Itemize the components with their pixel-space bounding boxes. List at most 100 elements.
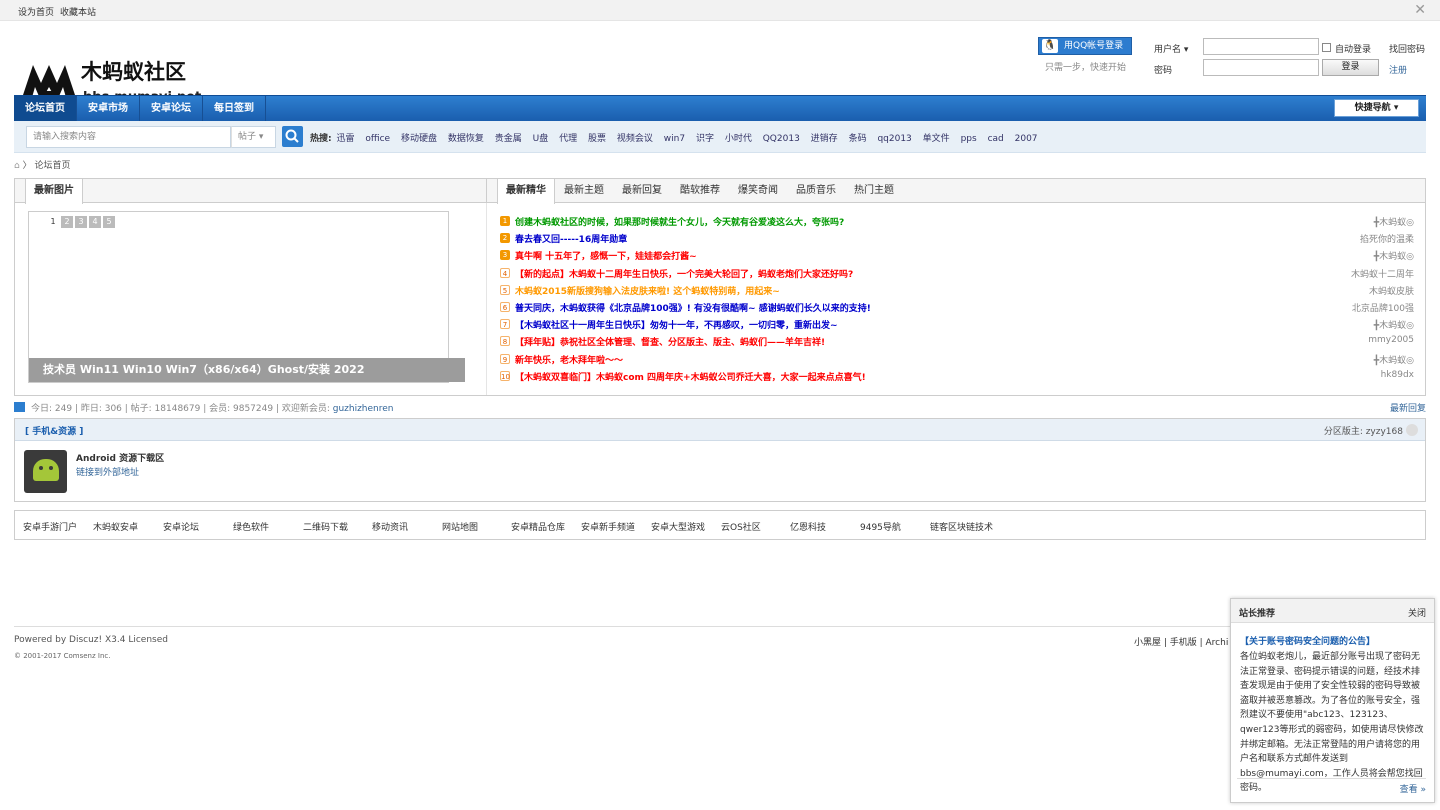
breadcrumb-item[interactable]: 论坛首页	[34, 161, 70, 171]
tab-cool-software[interactable]: 酷软推荐	[671, 179, 729, 203]
auto-login-label: 自动登录	[1335, 45, 1372, 55]
hot-term[interactable]: pps	[961, 134, 977, 144]
thread-row[interactable]: 5 木蚂蚁2015新版搜狗输入法皮肤来啦! 这个蚂蚁特别萌，用起来~ 木蚂蚁皮肤	[500, 282, 1414, 299]
nav-daily-signin[interactable]: 每日签到	[203, 96, 266, 121]
thread-row[interactable]: 3 真牛啊 十五年了，感慨一下，娃娃都会打酱~ ╋木蚂蚁◎	[500, 247, 1414, 264]
slide-page-5[interactable]: 5	[103, 216, 115, 228]
thread-row[interactable]: 10 【木蚂蚁双喜临门】木蚂蚁com 四周年庆+木蚂蚁公司乔迁大喜，大家一起来点点…	[500, 368, 1414, 385]
hot-term[interactable]: 视频会议	[617, 134, 653, 144]
qq-login-button[interactable]: 🐧 用QQ帐号登录	[1038, 37, 1132, 55]
hot-term[interactable]: 进销存	[811, 134, 838, 144]
hot-term[interactable]: 小时代	[725, 134, 752, 144]
hot-term[interactable]: 股票	[588, 134, 606, 144]
popup-header: 站长推荐 关闭	[1231, 599, 1434, 623]
search-type-select[interactable]: 帖子 ▾	[231, 126, 276, 148]
collapse-icon[interactable]	[1406, 424, 1418, 436]
hot-term[interactable]: 识字	[696, 134, 714, 144]
login-button[interactable]: 登录	[1322, 59, 1379, 76]
tab-hot-topics[interactable]: 热门主题	[845, 179, 903, 203]
tab-latest-replies[interactable]: 最新回复	[613, 179, 671, 203]
popup-close-button[interactable]: 关闭	[1408, 606, 1426, 619]
friend-link[interactable]: 安卓新手频道	[581, 520, 635, 533]
friend-link[interactable]: 木蚂蚁安卓	[93, 520, 138, 533]
tab-music[interactable]: 品质音乐	[787, 179, 845, 203]
friend-link[interactable]: 绿色软件	[233, 520, 269, 533]
forum-category: [ 手机&资源 ] 分区版主: zyzy168 Android 资源下载区 链接…	[14, 418, 1426, 502]
search-input[interactable]: 请输入搜索内容	[26, 126, 231, 148]
hot-term[interactable]: 数据恢复	[448, 134, 484, 144]
hot-term[interactable]: win7	[664, 134, 685, 144]
thread-row[interactable]: 6 普天同庆，木蚂蚁获得《北京品牌100强》! 有没有很酷啊~ 感谢蚂蚁们长久以来…	[500, 299, 1414, 316]
popup-more-link[interactable]: 查看 »	[1400, 782, 1426, 795]
hot-searches: 热搜: 迅雷 office 移动硬盘 数据恢复 贵金属 U盘 代理 股票 视频会…	[310, 131, 1046, 144]
hot-label: 热搜:	[310, 134, 332, 144]
category-header: [ 手机&资源 ] 分区版主: zyzy168	[15, 419, 1425, 441]
popup-title: 站长推荐	[1239, 609, 1276, 619]
hot-term[interactable]: QQ2013	[763, 134, 800, 144]
android-icon[interactable]	[24, 450, 67, 493]
nav-android-market[interactable]: 安卓市场	[77, 96, 140, 121]
friend-link[interactable]: 链客区块链技术	[930, 520, 993, 533]
friend-link[interactable]: 网站地图	[442, 520, 478, 533]
friend-link[interactable]: 安卓精品仓库	[511, 520, 565, 533]
slide-page-3[interactable]: 3	[75, 216, 87, 228]
password-input[interactable]	[1203, 59, 1319, 76]
forum-external-link[interactable]: 链接到外部地址	[76, 465, 139, 478]
search-bar: 请输入搜索内容 帖子 ▾ 热搜: 迅雷 office 移动硬盘 数据恢复 贵金属…	[14, 121, 1426, 153]
slide-caption[interactable]: 技术员 Win11 Win10 Win7（x86/x64）Ghost/安装 20…	[29, 358, 465, 382]
friend-link[interactable]: 云OS社区	[721, 520, 761, 533]
category-title[interactable]: [ 手机&资源 ]	[25, 424, 83, 437]
set-home-link[interactable]: 设为首页	[18, 5, 54, 18]
close-icon[interactable]: ✕	[1414, 2, 1426, 18]
username-input[interactable]	[1203, 38, 1319, 55]
tab-funny[interactable]: 爆笑奇闻	[729, 179, 787, 203]
tab-latest-topics[interactable]: 最新主题	[555, 179, 613, 203]
auto-login-checkbox[interactable]	[1322, 43, 1331, 52]
slide-page-2[interactable]: 2	[61, 216, 73, 228]
nav-forum-home[interactable]: 论坛首页	[14, 96, 77, 121]
popup-headline[interactable]: 【关于账号密码安全问题的公告】	[1240, 634, 1375, 647]
nav-android-forum[interactable]: 安卓论坛	[140, 96, 203, 121]
friend-link[interactable]: 安卓大型游戏	[651, 520, 705, 533]
new-member-link[interactable]: guzhizhenren	[333, 404, 394, 414]
tab-latest-images[interactable]: 最新图片	[25, 179, 83, 204]
image-slideshow[interactable]: 12345 技术员 Win11 Win10 Win7（x86/x64）Ghost…	[28, 211, 465, 383]
hot-term[interactable]: 移动硬盘	[401, 134, 437, 144]
thread-row[interactable]: 2 春去春又回-----16周年勋章 掐死你的温柔	[500, 230, 1414, 247]
slide-page-1[interactable]: 1	[47, 216, 59, 228]
hot-term[interactable]: 贵金属	[495, 134, 522, 144]
thread-row[interactable]: 4 【新的起点】木蚂蚁十二周年生日快乐，一个完美大轮回了，蚂蚁老炮们大家还好吗? 木…	[500, 265, 1414, 282]
hot-term[interactable]: 2007	[1015, 134, 1038, 144]
home-icon[interactable]: ⌂	[14, 161, 20, 171]
register-link[interactable]: 注册	[1389, 63, 1407, 76]
main-nav: 论坛首页 安卓市场 安卓论坛 每日签到 快捷导航 ▾	[14, 95, 1426, 121]
tab-featured[interactable]: 最新精华	[497, 179, 555, 204]
thread-row[interactable]: 9 新年快乐，老木拜年啦～～ ╋木蚂蚁◎	[500, 351, 1414, 368]
bookmark-link[interactable]: 收藏本站	[60, 5, 96, 18]
forum-name[interactable]: Android 资源下载区	[76, 451, 164, 464]
footer-links[interactable]: 小黑屋 | 手机版 | Archi	[1134, 635, 1228, 648]
thread-row[interactable]: 1 创建木蚂蚁社区的时候，如果那时候就生个女儿，今天就有谷爱凌这么大，夸张吗? ╋木…	[500, 213, 1414, 230]
hot-term[interactable]: 迅雷	[336, 134, 354, 144]
thread-row[interactable]: 7 【木蚂蚁社区十一周年生日快乐】匆匆十一年，不再感叹，一切归零，重新出发~ ╋木蚂…	[500, 316, 1414, 333]
quick-nav-dropdown[interactable]: 快捷导航 ▾	[1334, 99, 1419, 117]
hot-term[interactable]: U盘	[533, 134, 549, 144]
friend-link[interactable]: 安卓论坛	[163, 520, 199, 533]
friend-link[interactable]: 安卓手游门户	[23, 520, 77, 533]
slide-page-4[interactable]: 4	[89, 216, 101, 228]
friend-link[interactable]: 二维码下载	[303, 520, 348, 533]
search-button[interactable]	[282, 126, 303, 147]
hot-term[interactable]: qq2013	[877, 134, 911, 144]
hot-term[interactable]: 条码	[849, 134, 867, 144]
thread-row[interactable]: 8 【拜年贴】恭祝社区全体管理、督查、分区版主、版主、蚂蚁们——羊年吉祥! mmy2…	[500, 333, 1414, 350]
friend-link[interactable]: 移动资讯	[372, 520, 408, 533]
hot-term[interactable]: office	[365, 134, 390, 144]
latest-replies-link[interactable]: 最新回复	[1390, 401, 1426, 414]
hot-term[interactable]: 单文件	[923, 134, 950, 144]
find-password-link[interactable]: 找回密码	[1389, 42, 1425, 55]
friend-link[interactable]: 9495导航	[860, 520, 901, 533]
hot-term[interactable]: 代理	[559, 134, 577, 144]
hot-term[interactable]: cad	[988, 134, 1004, 144]
friend-link[interactable]: 亿恩科技	[790, 520, 826, 533]
dropdown-arrow-icon: ▾	[1393, 103, 1399, 113]
